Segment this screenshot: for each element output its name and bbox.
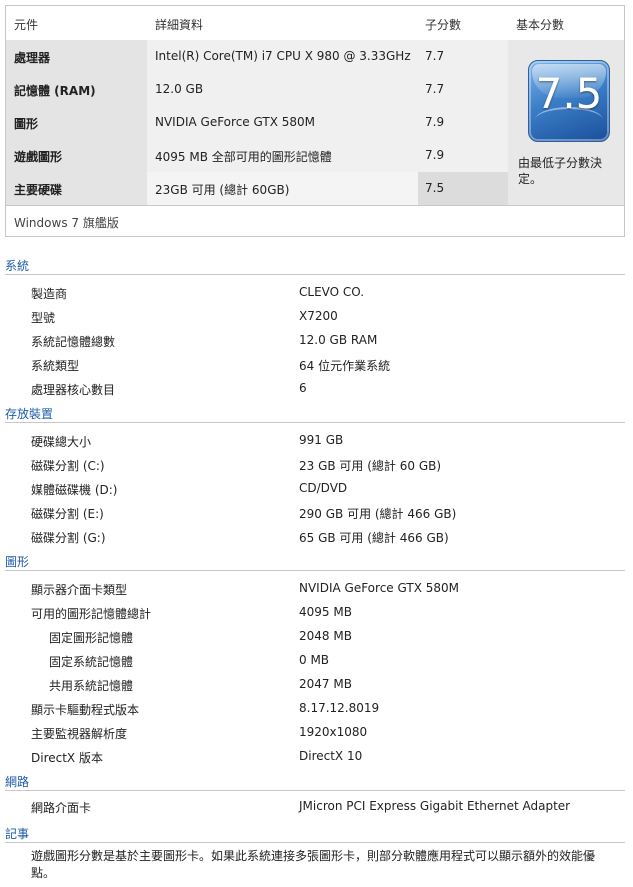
info-key: DirectX 版本 — [31, 751, 103, 765]
info-key: 系統類型 — [31, 359, 80, 373]
row-subscore: 7.9 — [425, 115, 445, 129]
row-name: 圖形 — [14, 117, 39, 131]
info-key: 型號 — [31, 311, 56, 325]
section-title: 網路 — [5, 775, 30, 789]
info-value: 991 GB — [299, 433, 344, 447]
info-row: 顯示器介面卡類型 NVIDIA GeForce GTX 580M — [5, 577, 625, 601]
score-row-graphics: 圖形 NVIDIA GeForce GTX 580M 7.9 — [6, 106, 508, 139]
info-value: 2047 MB — [299, 677, 352, 691]
row-subscore: 7.7 — [425, 82, 445, 96]
info-row: 主要監視器解析度 1920x1080 — [5, 721, 625, 745]
info-value: DirectX 10 — [299, 749, 363, 763]
row-name: 處理器 — [14, 51, 51, 65]
info-key: 磁碟分割 (C:) — [31, 459, 105, 473]
row-detail: 12.0 GB — [155, 82, 204, 96]
score-card: 元件 詳細資料 子分數 基本分數 處理器 Intel(R) Core(TM) i… — [5, 5, 625, 237]
info-row: 共用系統記憶體 2047 MB — [5, 673, 625, 697]
section-title: 系統 — [5, 259, 30, 273]
info-value: 6 — [299, 381, 307, 395]
header-details: 詳細資料 — [155, 18, 204, 32]
info-key: 製造商 — [31, 287, 68, 301]
info-row: 硬碟總大小 991 GB — [5, 429, 625, 453]
info-value: CLEVO CO. — [299, 285, 365, 299]
row-subscore: 7.5 — [425, 181, 445, 195]
info-value: 64 位元作業系統 — [299, 359, 391, 373]
info-value: NVIDIA GeForce GTX 580M — [299, 581, 459, 595]
row-detail: NVIDIA GeForce GTX 580M — [155, 115, 315, 129]
header-component: 元件 — [14, 18, 39, 32]
info-key: 顯示器介面卡類型 — [31, 583, 128, 597]
section-divider — [5, 570, 625, 571]
info-key: 硬碟總大小 — [31, 435, 92, 449]
info-value: 2048 MB — [299, 629, 352, 643]
row-detail: 4095 MB 全部可用的圖形記憶體 — [155, 150, 332, 164]
info-row: DirectX 版本 DirectX 10 — [5, 745, 625, 769]
base-score-badge: 7.5 — [528, 60, 610, 142]
section-title: 圖形 — [5, 555, 30, 569]
info-key: 系統記憶體總數 — [31, 335, 116, 349]
info-row: 處理器核心數目 6 — [5, 377, 625, 401]
row-name: 記憶體 (RAM) — [14, 84, 96, 98]
row-detail: Intel(R) Core(TM) i7 CPU X 980 @ 3.33GHz — [155, 49, 411, 63]
info-row: 磁碟分割 (G:) 65 GB 可用 (總計 466 GB) — [5, 525, 625, 549]
info-key: 磁碟分割 (E:) — [31, 507, 104, 521]
info-value: 0 MB — [299, 653, 330, 667]
info-row: 製造商 CLEVO CO. — [5, 281, 625, 305]
score-row-processor: 處理器 Intel(R) Core(TM) i7 CPU X 980 @ 3.3… — [6, 40, 508, 73]
info-value: CD/DVD — [299, 481, 348, 495]
info-row: 磁碟分割 (E:) 290 GB 可用 (總計 466 GB) — [5, 501, 625, 525]
info-row: 網路介面卡 JMicron PCI Express Gigabit Etherne… — [5, 795, 625, 819]
header-subscore: 子分數 — [425, 18, 462, 32]
windows-edition: Windows 7 旗艦版 — [14, 216, 119, 230]
info-row: 磁碟分割 (C:) 23 GB 可用 (總計 60 GB) — [5, 453, 625, 477]
score-row-memory: 記憶體 (RAM) 12.0 GB 7.7 — [6, 73, 508, 106]
info-value: 65 GB 可用 (總計 466 GB) — [299, 531, 449, 545]
row-name: 遊戲圖形 — [14, 150, 63, 164]
info-key: 網路介面卡 — [31, 801, 92, 815]
info-row: 系統記憶體總數 12.0 GB RAM — [5, 329, 625, 353]
info-value: 1920x1080 — [299, 725, 368, 739]
section-title: 存放裝置 — [5, 407, 54, 421]
info-key: 顯示卡驅動程式版本 — [31, 703, 140, 717]
info-row: 顯示卡驅動程式版本 8.17.12.8019 — [5, 697, 625, 721]
info-value: 4095 MB — [299, 605, 352, 619]
info-key: 共用系統記憶體 — [49, 679, 134, 693]
score-row-gaming-graphics: 遊戲圖形 4095 MB 全部可用的圖形記憶體 7.9 — [6, 139, 508, 172]
info-row: 固定圖形記憶體 2048 MB — [5, 625, 625, 649]
info-row: 可用的圖形記憶體總計 4095 MB — [5, 601, 625, 625]
info-key: 媒體磁碟機 (D:) — [31, 483, 118, 497]
info-key: 處理器核心數目 — [31, 383, 116, 397]
section-divider — [5, 842, 625, 843]
info-value: 12.0 GB RAM — [299, 333, 378, 347]
notes-text: 遊戲圖形分數是基於主要圖形卡。如果此系統連接多張圖形卡，則部分軟體應用程式可以顯… — [31, 849, 596, 880]
section-divider — [5, 790, 625, 791]
base-score-panel: 7.5 由最低子分數決定。 — [508, 40, 624, 205]
info-key: 主要監視器解析度 — [31, 727, 128, 741]
info-value: 8.17.12.8019 — [299, 701, 380, 715]
score-table-header: 元件 詳細資料 子分數 基本分數 — [6, 6, 624, 39]
header-base-score: 基本分數 — [516, 18, 565, 32]
info-value: 23 GB 可用 (總計 60 GB) — [299, 459, 442, 473]
info-key: 固定系統記憶體 — [49, 655, 134, 669]
info-key: 可用的圖形記憶體總計 — [31, 607, 152, 621]
info-row: 媒體磁碟機 (D:) CD/DVD — [5, 477, 625, 501]
row-name: 主要硬碟 — [14, 183, 63, 197]
section-divider — [5, 274, 625, 275]
base-score-value: 7.5 — [535, 69, 603, 118]
row-subscore: 7.9 — [425, 148, 445, 162]
info-row: 固定系統記憶體 0 MB — [5, 649, 625, 673]
info-value: X7200 — [299, 309, 338, 323]
info-row: 系統類型 64 位元作業系統 — [5, 353, 625, 377]
section-divider — [5, 422, 625, 423]
info-value: 290 GB 可用 (總計 466 GB) — [299, 507, 457, 521]
info-key: 固定圖形記憶體 — [49, 631, 134, 645]
row-subscore: 7.7 — [425, 49, 445, 63]
info-row: 型號 X7200 — [5, 305, 625, 329]
info-key: 磁碟分割 (G:) — [31, 531, 106, 545]
base-score-caption: 由最低子分數決定。 — [518, 156, 603, 186]
section-title: 記事 — [5, 827, 30, 841]
info-value: JMicron PCI Express Gigabit Ethernet Ada… — [299, 799, 571, 813]
row-detail: 23GB 可用 (總計 60GB) — [155, 183, 290, 197]
score-row-primary-disk: 主要硬碟 23GB 可用 (總計 60GB) 7.5 — [6, 172, 508, 205]
